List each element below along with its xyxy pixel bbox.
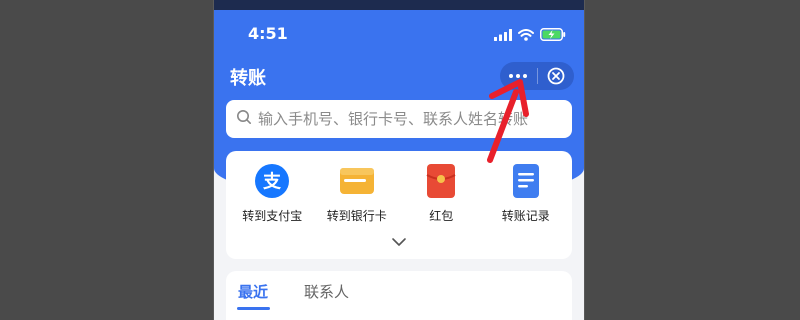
close-circle-icon[interactable] xyxy=(538,62,575,90)
search-input[interactable] xyxy=(258,110,558,128)
wifi-icon xyxy=(518,26,534,45)
action-label: 红包 xyxy=(429,209,454,223)
contacts-tabs-card: 最近 联系人 xyxy=(226,271,572,320)
active-tab-indicator xyxy=(237,307,270,310)
alipay-icon: 支 xyxy=(254,163,290,199)
navigation-bar: 转账 xyxy=(214,60,584,92)
action-transfer-to-bank-card[interactable]: 转到银行卡 xyxy=(317,163,397,224)
page-title: 转账 xyxy=(230,68,266,89)
status-icons xyxy=(494,26,566,45)
action-transfer-records[interactable]: 转账记录 xyxy=(486,163,566,224)
quick-actions-card: 支 转到支付宝 转到银行卡 红包 转账记录 xyxy=(226,151,572,259)
status-bar: 4:51 xyxy=(214,22,584,44)
action-transfer-to-alipay[interactable]: 支 转到支付宝 xyxy=(232,163,312,224)
bank-card-icon xyxy=(339,163,375,199)
phone-screen: 4:51 转账 输入手机号、银行卡号、联系人姓名转账 支 转到支付宝 转到银行卡… xyxy=(213,0,585,320)
tab-contacts[interactable]: 联系人 xyxy=(304,281,349,302)
svg-text:支: 支 xyxy=(262,171,282,193)
record-icon xyxy=(508,163,544,199)
action-red-envelope[interactable]: 红包 xyxy=(401,163,481,224)
mini-program-capsule xyxy=(500,62,574,90)
search-icon xyxy=(236,109,252,129)
signal-icon xyxy=(494,26,512,45)
chevron-down-icon[interactable] xyxy=(391,233,407,246)
top-strip xyxy=(214,0,584,10)
action-label: 转到支付宝 xyxy=(242,209,303,223)
red-envelope-icon xyxy=(423,163,459,199)
more-dots-icon[interactable] xyxy=(500,62,537,90)
status-time: 4:51 xyxy=(248,24,288,43)
quick-actions: 支 转到支付宝 转到银行卡 红包 转账记录 xyxy=(226,163,572,224)
search-bar[interactable] xyxy=(226,100,572,138)
tab-recent[interactable]: 最近 xyxy=(238,281,268,302)
battery-charging-icon xyxy=(540,26,566,45)
action-label: 转账记录 xyxy=(501,209,550,223)
action-label: 转到银行卡 xyxy=(326,209,387,223)
